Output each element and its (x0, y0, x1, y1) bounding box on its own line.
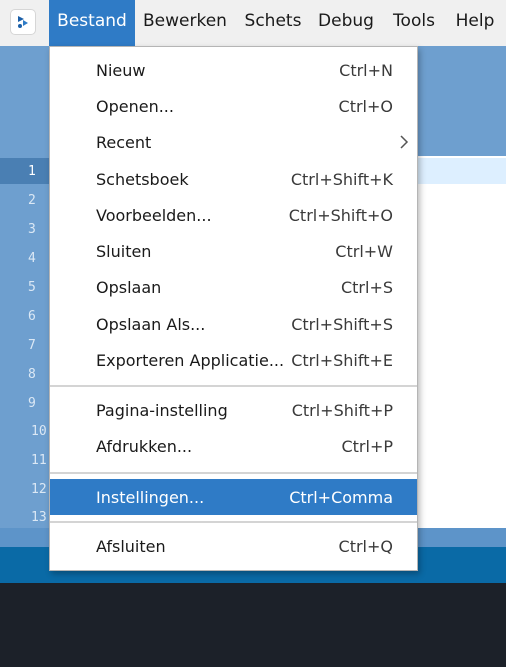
menu-item-nieuw[interactable]: Nieuw Ctrl+N (50, 53, 417, 87)
line-number: 9 (28, 396, 36, 411)
menu-item-shortcut: Ctrl+W (335, 242, 393, 261)
menu-item-shortcut: Ctrl+Comma (289, 488, 393, 507)
menu-item-voorbeelden[interactable]: Voorbeelden... Ctrl+Shift+O (50, 198, 417, 232)
menu-item-shortcut: Ctrl+S (340, 278, 393, 297)
menu-item-label: Exporteren Applicatie... (96, 351, 285, 370)
chevron-right-icon (399, 134, 409, 154)
processing-logo-icon[interactable] (11, 10, 35, 34)
line-number: 3 (28, 222, 36, 237)
menu-item-afdrukken[interactable]: Afdrukken... Ctrl+P (50, 429, 417, 463)
menu-item-label: Opslaan Als... (96, 315, 206, 334)
menu-item-exporteren[interactable]: Exporteren Applicatie... Ctrl+Shift+E (50, 343, 417, 377)
menu-item-label: Instellingen... (96, 488, 205, 507)
menu-item-shortcut: Ctrl+Shift+E (291, 351, 393, 370)
menu-help[interactable]: Help (450, 0, 500, 46)
menu-item-label: Recent (96, 133, 152, 152)
menu-item-opslaan-als[interactable]: Opslaan Als... Ctrl+Shift+S (50, 307, 417, 341)
menu-item-shortcut: Ctrl+N (339, 61, 393, 80)
menu-item-label: Sluiten (96, 242, 152, 261)
menu-separator (50, 385, 417, 387)
menu-separator (50, 521, 417, 523)
menu-item-recent[interactable]: Recent (50, 125, 417, 159)
menu-item-label: Pagina-instelling (96, 401, 228, 420)
line-number: 2 (28, 193, 36, 208)
menu-item-shortcut: Ctrl+O (338, 97, 393, 116)
menu-item-sluiten[interactable]: Sluiten Ctrl+W (50, 234, 417, 268)
menu-bar: Bestand Bewerken Schets Debug Tools Help (0, 0, 506, 46)
line-number: 7 (28, 338, 36, 353)
menu-item-label: Voorbeelden... (96, 206, 212, 225)
line-number: 1 (28, 164, 36, 179)
menu-bewerken[interactable]: Bewerken (138, 0, 232, 46)
line-number: 4 (28, 251, 36, 266)
menu-item-label: Afdrukken... (96, 437, 193, 456)
menu-item-label: Opslaan (96, 278, 162, 297)
menu-item-shortcut: Ctrl+Shift+S (291, 315, 393, 334)
console-panel (0, 583, 506, 667)
line-number: 8 (28, 367, 36, 382)
menu-item-shortcut: Ctrl+Shift+O (288, 206, 393, 225)
menu-item-schetsboek[interactable]: Schetsboek Ctrl+Shift+K (50, 162, 417, 196)
menu-item-shortcut: Ctrl+Q (338, 537, 393, 556)
menu-item-pagina-instelling[interactable]: Pagina-instelling Ctrl+Shift+P (50, 393, 417, 427)
menu-bestand[interactable]: Bestand (49, 0, 135, 46)
menu-separator (50, 472, 417, 474)
menu-item-instellingen[interactable]: Instellingen... Ctrl+Comma (50, 479, 417, 515)
line-number: 6 (28, 309, 36, 324)
line-number: 5 (28, 280, 36, 295)
menu-item-openen[interactable]: Openen... Ctrl+O (50, 89, 417, 123)
menu-item-label: Nieuw (96, 61, 146, 80)
menu-item-shortcut: Ctrl+Shift+P (291, 401, 393, 420)
menu-item-label: Afsluiten (96, 537, 166, 556)
menu-item-afsluiten[interactable]: Afsluiten Ctrl+Q (50, 529, 417, 563)
file-menu-dropdown: Nieuw Ctrl+N Openen... Ctrl+O Recent Sch… (49, 46, 418, 571)
menu-schets[interactable]: Schets (240, 0, 306, 46)
menu-debug[interactable]: Debug (312, 0, 380, 46)
menu-item-label: Openen... (96, 97, 174, 116)
menu-tools[interactable]: Tools (386, 0, 442, 46)
menu-item-shortcut: Ctrl+P (341, 437, 393, 456)
menu-item-opslaan[interactable]: Opslaan Ctrl+S (50, 270, 417, 304)
menu-item-label: Schetsboek (96, 170, 189, 189)
menu-item-shortcut: Ctrl+Shift+K (290, 170, 393, 189)
